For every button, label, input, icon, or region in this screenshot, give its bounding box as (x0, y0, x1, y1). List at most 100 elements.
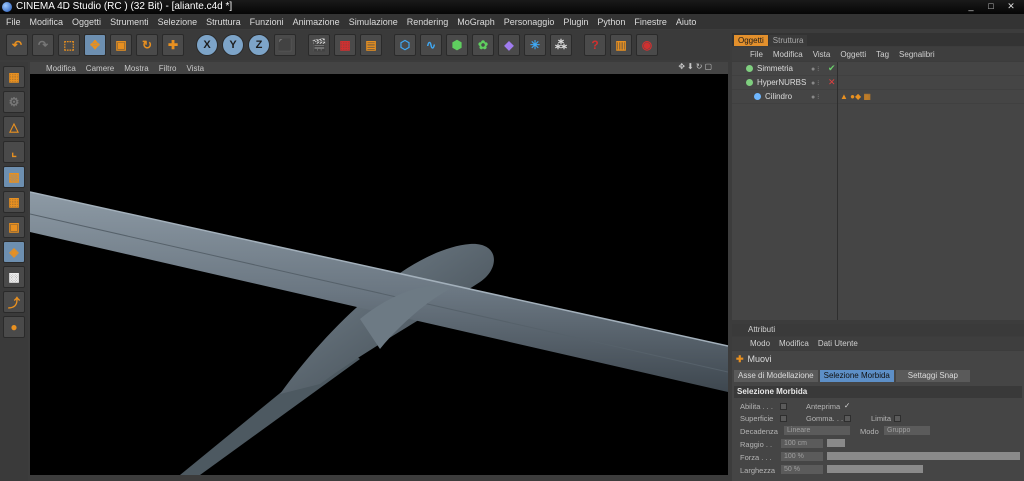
menu-rendering[interactable]: Rendering (407, 17, 449, 27)
y-axis-lock-icon[interactable]: Y (222, 34, 244, 56)
menu-modifica[interactable]: Modifica (30, 17, 64, 27)
viewport-menu-mostra[interactable]: Mostra (124, 64, 148, 73)
viewport-nav-icons[interactable]: ✥⬇↻▢ (678, 62, 714, 71)
om-menu-segnalibri[interactable]: Segnalibri (899, 50, 935, 59)
gomma-checkbox[interactable] (844, 415, 851, 422)
menu-struttura[interactable]: Struttura (206, 17, 241, 27)
forza-slider[interactable] (827, 452, 1020, 460)
scale-tool-icon[interactable]: ▣ (110, 34, 132, 56)
snap-icon[interactable]: ⤴ (3, 291, 25, 313)
edges-mode-icon[interactable]: ▧ (3, 166, 25, 188)
enabled-check-icon[interactable]: ✔ (828, 63, 836, 74)
visibility-dots[interactable]: ● ⁝ (811, 65, 819, 73)
menu-aiuto[interactable]: Aiuto (676, 17, 697, 27)
move-tool-icon[interactable]: ✥ (84, 34, 106, 56)
menu-funzioni[interactable]: Funzioni (250, 17, 284, 27)
maximize-button[interactable]: □ (984, 1, 998, 12)
live-selection-icon[interactable]: ✚ (162, 34, 184, 56)
decadenza-dropdown[interactable]: Lineare (784, 426, 850, 435)
om-menu-modifica[interactable]: Modifica (773, 50, 803, 59)
modo-dropdown[interactable]: Gruppo (884, 426, 930, 435)
array-icon[interactable]: ✿ (472, 34, 494, 56)
render-region-icon[interactable]: ▦ (334, 34, 356, 56)
disabled-cross-icon[interactable]: ✕ (828, 77, 836, 88)
x-axis-lock-icon[interactable]: X (196, 34, 218, 56)
animation-mode-icon[interactable]: ◈ (3, 241, 25, 263)
larghezza-input[interactable]: 50 % (781, 465, 823, 474)
selection-tool-icon[interactable]: ⬚ (58, 34, 80, 56)
nurbs-icon[interactable]: ⬢ (446, 34, 468, 56)
menu-file[interactable]: File (6, 17, 21, 27)
menu-oggetti[interactable]: Oggetti (72, 17, 101, 27)
spline-icon[interactable]: ∿ (420, 34, 442, 56)
attr-menu-modifica[interactable]: Modifica (779, 339, 809, 348)
redo-icon[interactable]: ↷ (32, 34, 54, 56)
tab-asse-modellazione[interactable]: Asse di Modellazione (734, 370, 818, 382)
object-row-hypernurbs[interactable]: HyperNURBS ● ⁝ ✕ (732, 76, 1024, 90)
z-axis-lock-icon[interactable]: Z (248, 34, 270, 56)
abilita-checkbox[interactable] (780, 403, 787, 410)
symmetry-icon (746, 65, 753, 72)
coordinate-system-icon[interactable]: ⬛ (274, 34, 296, 56)
checker-icon[interactable]: ▩ (3, 266, 25, 288)
tab-selezione-morbida[interactable]: Selezione Morbida (819, 370, 894, 382)
menu-personaggio[interactable]: Personaggio (504, 17, 555, 27)
forza-input[interactable]: 100 % (781, 452, 823, 461)
rotate-tool-icon[interactable]: ↻ (136, 34, 158, 56)
points-mode-icon[interactable]: ⌞ (3, 141, 25, 163)
om-menu-oggetti[interactable]: Oggetti (840, 50, 866, 59)
scene-icon[interactable]: ✳ (524, 34, 546, 56)
object-row-simmetria[interactable]: Simmetria ● ⁝ ✔ (732, 62, 1024, 76)
viewport-menu-filtro[interactable]: Filtro (159, 64, 177, 73)
limita-checkbox[interactable] (894, 415, 901, 422)
uv-mode-icon[interactable]: ▣ (3, 216, 25, 238)
menu-strumenti[interactable]: Strumenti (110, 17, 149, 27)
light-icon[interactable]: ⁂ (550, 34, 572, 56)
sculpt-icon[interactable]: ● (3, 316, 25, 338)
viewport-menu-camere[interactable]: Camere (86, 64, 114, 73)
polygons-mode-icon[interactable]: ▦ (3, 191, 25, 213)
render-settings-icon[interactable]: ▤ (360, 34, 382, 56)
object-axis-icon[interactable]: △ (3, 116, 25, 138)
model-mode-icon[interactable]: ▦ (3, 66, 25, 88)
viewport-menu-vista[interactable]: Vista (186, 64, 204, 73)
layout-icon[interactable]: ▥ (610, 34, 632, 56)
raggio-slider[interactable] (827, 439, 845, 447)
close-button[interactable]: ✕ (1004, 1, 1018, 12)
raggio-input[interactable]: 100 cm (781, 439, 823, 448)
om-menu-vista[interactable]: Vista (813, 50, 831, 59)
attr-menu-modo[interactable]: Modo (750, 339, 770, 348)
menu-simulazione[interactable]: Simulazione (349, 17, 398, 27)
object-tags[interactable]: ▲ ●◆ ▦ (840, 92, 871, 101)
viewport-header: Modifica Camere Mostra Filtro Vista ✥⬇↻▢ (30, 62, 728, 74)
menu-selezione[interactable]: Selezione (158, 17, 198, 27)
tab-struttura[interactable]: Struttura (768, 35, 808, 46)
window-controls: _ □ ✕ (964, 1, 1018, 12)
3d-viewport[interactable] (30, 74, 728, 475)
object-row-cilindro[interactable]: Cilindro ● ⁝ ▲ ●◆ ▦ (732, 90, 1024, 104)
undo-icon[interactable]: ↶ (6, 34, 28, 56)
menu-mograph[interactable]: MoGraph (457, 17, 495, 27)
viewport-menu-modifica[interactable]: Modifica (46, 64, 76, 73)
tab-settaggi-snap[interactable]: Settaggi Snap (895, 370, 970, 382)
help-icon[interactable]: ? (584, 34, 606, 56)
web-icon[interactable]: ◉ (636, 34, 658, 56)
texture-mode-icon[interactable]: ⚙ (3, 91, 25, 113)
menu-finestre[interactable]: Finestre (634, 17, 667, 27)
minimize-button[interactable]: _ (964, 1, 978, 12)
attr-menu-dati-utente[interactable]: Dati Utente (818, 339, 858, 348)
deformer-icon[interactable]: ◆ (498, 34, 520, 56)
visibility-dots[interactable]: ● ⁝ (811, 93, 819, 101)
menu-plugin[interactable]: Plugin (563, 17, 588, 27)
menu-animazione[interactable]: Animazione (293, 17, 340, 27)
visibility-dots[interactable]: ● ⁝ (811, 79, 819, 87)
om-menu-tag[interactable]: Tag (876, 50, 889, 59)
anteprima-checkbox[interactable]: ✓ (844, 401, 850, 410)
om-menu-file[interactable]: File (750, 50, 763, 59)
cube-icon[interactable]: ⬡ (394, 34, 416, 56)
larghezza-slider[interactable] (827, 465, 923, 473)
render-view-icon[interactable]: 🎬 (308, 34, 330, 56)
superficie-checkbox[interactable] (780, 415, 787, 422)
menu-python[interactable]: Python (597, 17, 625, 27)
tab-oggetti[interactable]: Oggetti (734, 35, 768, 46)
